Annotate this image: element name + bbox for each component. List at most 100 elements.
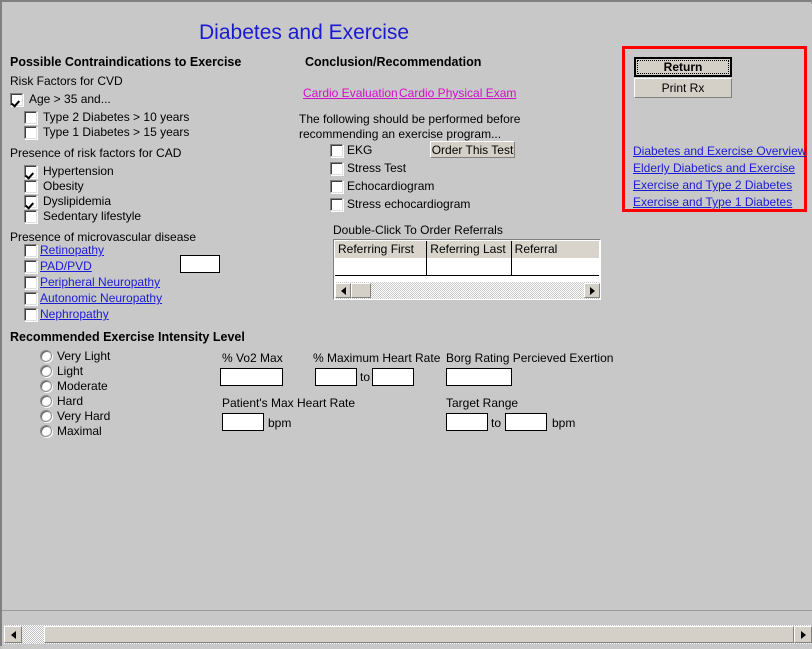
link-cardio-evaluation[interactable]: Cardio Evaluation bbox=[303, 86, 398, 100]
label-age-over-35: Age > 35 and... bbox=[29, 92, 111, 106]
link-elderly-diabetics-and-exercise[interactable]: Elderly Diabetics and Exercise bbox=[633, 161, 795, 175]
referrals-horizontal-scrollbar[interactable] bbox=[335, 282, 600, 299]
label-dyslipidemia: Dyslipidemia bbox=[43, 194, 112, 208]
middle-column-heading: Conclusion/Recommendation bbox=[305, 55, 482, 69]
borg-rating-label: Borg Rating Percieved Exertion bbox=[446, 351, 614, 365]
label-hypertension: Hypertension bbox=[43, 164, 114, 178]
referrals-data-row[interactable] bbox=[335, 258, 599, 276]
order-this-test-button[interactable]: Order This Test bbox=[430, 141, 515, 158]
checkbox-retinopathy[interactable] bbox=[24, 244, 37, 257]
link-exercise-and-type-1-diabetes[interactable]: Exercise and Type 1 Diabetes bbox=[633, 195, 792, 209]
intensity-heading: Recommended Exercise Intensity Level bbox=[10, 330, 245, 344]
cell-referring-last[interactable] bbox=[427, 258, 512, 275]
column-header-referring-first[interactable]: Referring First bbox=[335, 241, 428, 258]
label-stress-test: Stress Test bbox=[347, 161, 407, 175]
checkbox-nephropathy[interactable] bbox=[24, 308, 37, 321]
link-cardio-physical-exam[interactable]: Cardio Physical Exam bbox=[399, 86, 516, 100]
window-bottom-bar bbox=[2, 610, 812, 649]
radio-very-light[interactable] bbox=[40, 350, 52, 362]
checkbox-dyslipidemia[interactable] bbox=[24, 195, 37, 208]
label-obesity: Obesity bbox=[43, 179, 84, 193]
column-header-referral[interactable]: Referral bbox=[512, 241, 599, 258]
referrals-label: Double-Click To Order Referrals bbox=[333, 223, 503, 237]
referrals-table[interactable]: Referring First Referring Last Referral bbox=[333, 239, 601, 300]
checkbox-peripheral-neuropathy[interactable] bbox=[24, 276, 37, 289]
microvascular-text-input[interactable] bbox=[180, 255, 220, 273]
checkbox-type1-diabetes-15yrs[interactable] bbox=[24, 126, 37, 139]
label-light: Light bbox=[57, 364, 84, 378]
target-range-to-input[interactable] bbox=[505, 413, 547, 431]
arrow-right-icon bbox=[800, 630, 806, 639]
label-maximal: Maximal bbox=[57, 424, 102, 438]
arrow-left-icon bbox=[10, 630, 16, 639]
link-pad-pvd[interactable]: PAD/PVD bbox=[40, 259, 92, 273]
arrow-left-icon bbox=[340, 286, 346, 295]
scroll-thumb[interactable] bbox=[351, 283, 371, 298]
target-range-label: Target Range bbox=[446, 396, 519, 410]
target-range-to-word: to bbox=[491, 416, 502, 430]
label-type2-diabetes-10yrs: Type 2 Diabetes > 10 years bbox=[43, 110, 190, 124]
max-heart-rate-to-input[interactable] bbox=[372, 368, 414, 386]
microvascular-group-label: Presence of microvascular disease bbox=[10, 230, 197, 244]
max-heart-rate-to-word: to bbox=[360, 370, 371, 384]
checkbox-echocardiogram[interactable] bbox=[330, 180, 343, 193]
label-echocardiogram: Echocardiogram bbox=[347, 179, 435, 193]
label-hard: Hard bbox=[57, 394, 84, 408]
link-autonomic-neuropathy[interactable]: Autonomic Neuropathy bbox=[40, 291, 162, 305]
checkbox-hypertension[interactable] bbox=[24, 165, 37, 178]
link-diabetes-and-exercise-overview[interactable]: Diabetes and Exercise Overview bbox=[633, 144, 806, 158]
target-range-from-input[interactable] bbox=[446, 413, 488, 431]
focus-ring bbox=[637, 60, 729, 74]
label-very-light: Very Light bbox=[57, 349, 111, 363]
radio-hard[interactable] bbox=[40, 395, 52, 407]
radio-moderate[interactable] bbox=[40, 380, 52, 392]
checkbox-stress-test[interactable] bbox=[330, 162, 343, 175]
checkbox-autonomic-neuropathy[interactable] bbox=[24, 292, 37, 305]
instruction-line-1: The following should be performed before bbox=[299, 112, 521, 126]
vo2-max-input[interactable] bbox=[220, 368, 283, 386]
patient-max-heart-rate-unit: bpm bbox=[268, 416, 292, 430]
application-window: Diabetes and Exercise Possible Contraind… bbox=[0, 0, 812, 649]
window-horizontal-scrollbar[interactable] bbox=[4, 625, 812, 644]
link-retinopathy[interactable]: Retinopathy bbox=[40, 243, 104, 257]
borg-rating-input[interactable] bbox=[446, 368, 512, 386]
checkbox-age-over-35[interactable] bbox=[10, 93, 23, 106]
cad-group-label: Presence of risk factors for CAD bbox=[10, 146, 182, 160]
cell-referral[interactable] bbox=[512, 258, 599, 275]
scroll-right-button[interactable] bbox=[584, 283, 600, 298]
column-header-referring-last[interactable]: Referring Last bbox=[427, 241, 512, 258]
window-scroll-right-button[interactable] bbox=[794, 626, 812, 643]
label-stress-echocardiogram: Stress echocardiogram bbox=[347, 197, 471, 211]
action-panel: Return Print Rx Diabetes and Exercise Ov… bbox=[622, 46, 807, 212]
window-scroll-left-button[interactable] bbox=[4, 626, 22, 643]
cell-referring-first[interactable] bbox=[335, 258, 428, 275]
print-rx-button[interactable]: Print Rx bbox=[634, 78, 732, 98]
max-heart-rate-from-input[interactable] bbox=[315, 368, 357, 386]
target-range-unit: bpm bbox=[552, 416, 576, 430]
radio-very-hard[interactable] bbox=[40, 410, 52, 422]
patient-max-heart-rate-input[interactable] bbox=[222, 413, 264, 431]
page-title: Diabetes and Exercise bbox=[199, 21, 410, 44]
cvd-group-label: Risk Factors for CVD bbox=[10, 74, 123, 88]
link-peripheral-neuropathy[interactable]: Peripheral Neuropathy bbox=[40, 275, 160, 289]
checkbox-pad-pvd[interactable] bbox=[24, 260, 37, 273]
arrow-right-icon bbox=[589, 286, 595, 295]
left-column-heading: Possible Contraindications to Exercise bbox=[10, 55, 242, 69]
checkbox-type2-diabetes-10yrs[interactable] bbox=[24, 111, 37, 124]
radio-light[interactable] bbox=[40, 365, 52, 377]
link-nephropathy[interactable]: Nephropathy bbox=[40, 307, 109, 321]
checkbox-ekg[interactable] bbox=[330, 144, 343, 157]
scroll-left-button[interactable] bbox=[335, 283, 351, 298]
return-button[interactable]: Return bbox=[634, 57, 732, 77]
label-very-hard: Very Hard bbox=[57, 409, 111, 423]
checkbox-sedentary-lifestyle[interactable] bbox=[24, 210, 37, 223]
form-canvas: Diabetes and Exercise Possible Contraind… bbox=[2, 4, 812, 610]
label-type1-diabetes-15yrs: Type 1 Diabetes > 15 years bbox=[43, 125, 190, 139]
radio-maximal[interactable] bbox=[40, 425, 52, 437]
label-sedentary-lifestyle: Sedentary lifestyle bbox=[43, 209, 142, 223]
window-scroll-thumb[interactable] bbox=[44, 626, 794, 643]
instruction-line-2: recommending an exercise program... bbox=[299, 127, 502, 141]
link-exercise-and-type-2-diabetes[interactable]: Exercise and Type 2 Diabetes bbox=[633, 178, 792, 192]
checkbox-stress-echocardiogram[interactable] bbox=[330, 198, 343, 211]
checkbox-obesity[interactable] bbox=[24, 180, 37, 193]
